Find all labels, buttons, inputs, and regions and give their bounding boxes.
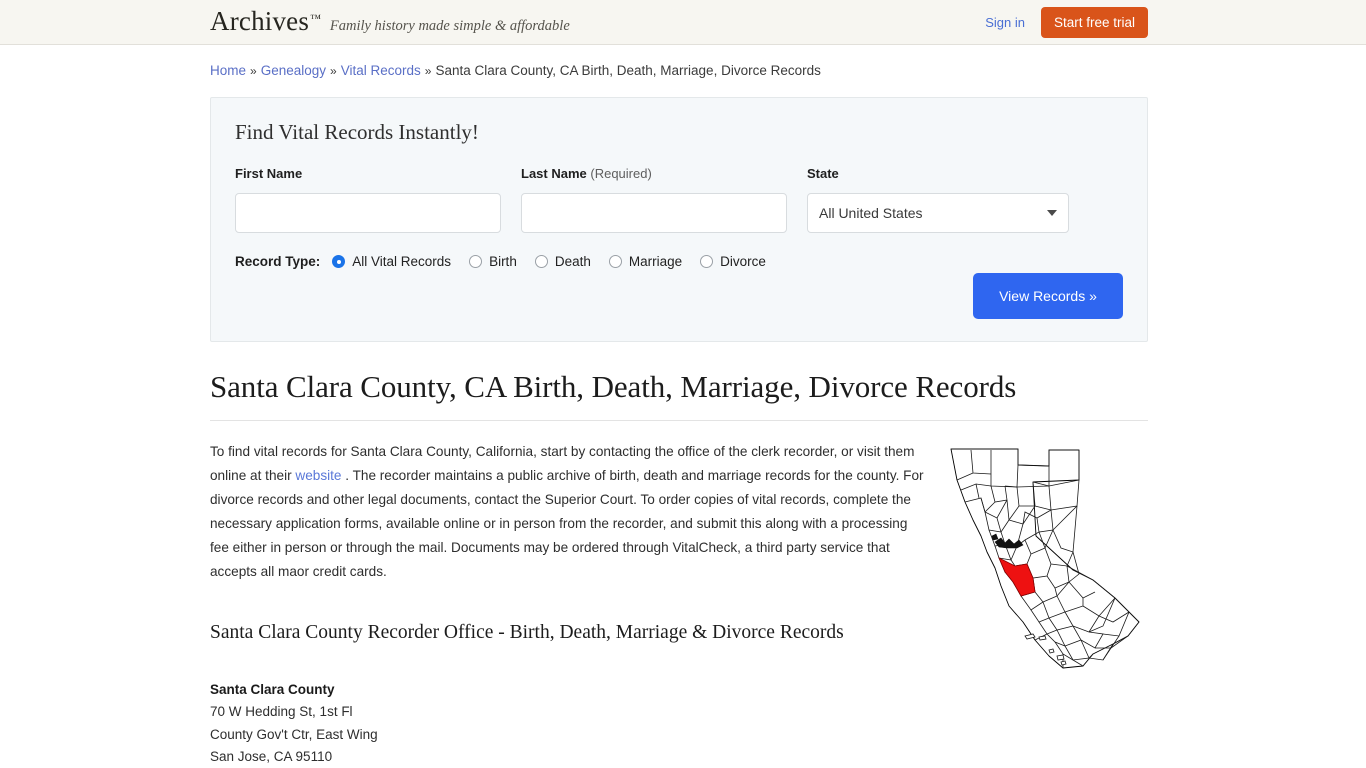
site-logo[interactable]: Archives ™ Family history made simple & … — [210, 6, 570, 36]
state-label: State — [807, 166, 839, 181]
brand-name: Archives — [210, 6, 310, 36]
record-type-row: Record Type: All Vital Records Birth Dea… — [235, 254, 1123, 269]
first-name-label: First Name — [235, 166, 303, 181]
radio-label-marriage: Marriage — [628, 254, 683, 269]
radio-death[interactable]: Death — [534, 254, 591, 269]
breadcrumb-separator: » — [330, 64, 337, 78]
breadcrumb-item-genealogy[interactable]: Genealogy — [261, 63, 326, 78]
breadcrumb-item-home[interactable]: Home — [210, 63, 246, 78]
address-line-2: County Gov't Ctr, East Wing — [210, 726, 378, 742]
first-name-input[interactable] — [235, 193, 501, 233]
breadcrumb: Home» Genealogy» Vital Records» Santa Clara… — [210, 45, 1148, 80]
radio-icon-birth[interactable] — [469, 255, 483, 268]
last-name-required-note: (Required) — [590, 166, 652, 181]
address-county-name: Santa Clara County — [210, 682, 335, 697]
sign-in-link[interactable]: Sign in — [985, 15, 1025, 30]
state-select-wrapper: All United States — [807, 193, 1069, 233]
radio-icon-all-vital-records[interactable] — [332, 255, 346, 268]
radio-marriage[interactable]: Marriage — [608, 254, 683, 269]
paragraph-text-2: . The recorder maintains a public archiv… — [210, 468, 924, 579]
state-select[interactable]: All United States — [807, 193, 1069, 233]
state-field-group: State All United States — [807, 166, 1069, 233]
radio-icon-death[interactable] — [534, 255, 548, 268]
breadcrumb-current: Santa Clara County, CA Birth, Death, Mar… — [435, 63, 821, 78]
site-header: Archives ™ Family history made simple & … — [0, 0, 1366, 45]
address-line-3: San Jose, CA 95110 — [210, 748, 333, 764]
breadcrumb-separator: » — [424, 64, 432, 78]
radio-label-birth: Birth — [489, 254, 517, 269]
radio-birth[interactable]: Birth — [469, 254, 517, 269]
search-panel-title: Find Vital Records Instantly! — [235, 120, 479, 144]
california-county-map — [943, 440, 1148, 678]
view-records-button[interactable]: View Records » — [973, 273, 1123, 319]
last-name-field-group: Last Name (Required) — [521, 166, 787, 233]
article-body: To find vital records for Santa Clara Co… — [210, 440, 1148, 768]
breadcrumb-separator: » — [250, 64, 257, 78]
radio-label-death: Death — [554, 254, 591, 269]
breadcrumb-item-vital-records[interactable]: Vital Records — [341, 63, 421, 78]
vital-records-search-panel: Find Vital Records Instantly! First Name… — [210, 97, 1148, 342]
address-line-1: 70 W Hedding St, 1st Fl — [210, 704, 353, 720]
radio-label-divorce: Divorce — [720, 254, 766, 269]
last-name-input[interactable] — [521, 193, 787, 233]
radio-divorce[interactable]: Divorce — [700, 254, 766, 269]
radio-label-all-vital-records: All Vital Records — [352, 254, 452, 269]
recorder-address-block: Santa Clara County 70 W Hedding St, 1st … — [210, 679, 1148, 768]
start-free-trial-button[interactable]: Start free trial — [1040, 7, 1148, 38]
last-name-label-text: Last Name — [521, 166, 587, 181]
trademark-icon: ™ — [310, 13, 321, 25]
radio-all-vital-records[interactable]: All Vital Records — [332, 254, 451, 269]
page-title: Santa Clara County, CA Birth, Death, Mar… — [210, 368, 1148, 421]
radio-icon-divorce[interactable] — [700, 255, 714, 268]
recorder-website-link[interactable]: website — [295, 468, 341, 483]
search-fields-row: First Name Last Name (Required) State Al… — [235, 166, 1123, 233]
brand-tagline: Family history made simple & affordable — [329, 18, 570, 34]
radio-icon-marriage[interactable] — [608, 255, 622, 268]
first-name-field-group: First Name — [235, 166, 501, 233]
last-name-label: Last Name (Required) — [521, 166, 787, 182]
header-actions: Sign in Start free trial — [985, 0, 1148, 45]
record-type-label: Record Type: — [235, 254, 321, 269]
